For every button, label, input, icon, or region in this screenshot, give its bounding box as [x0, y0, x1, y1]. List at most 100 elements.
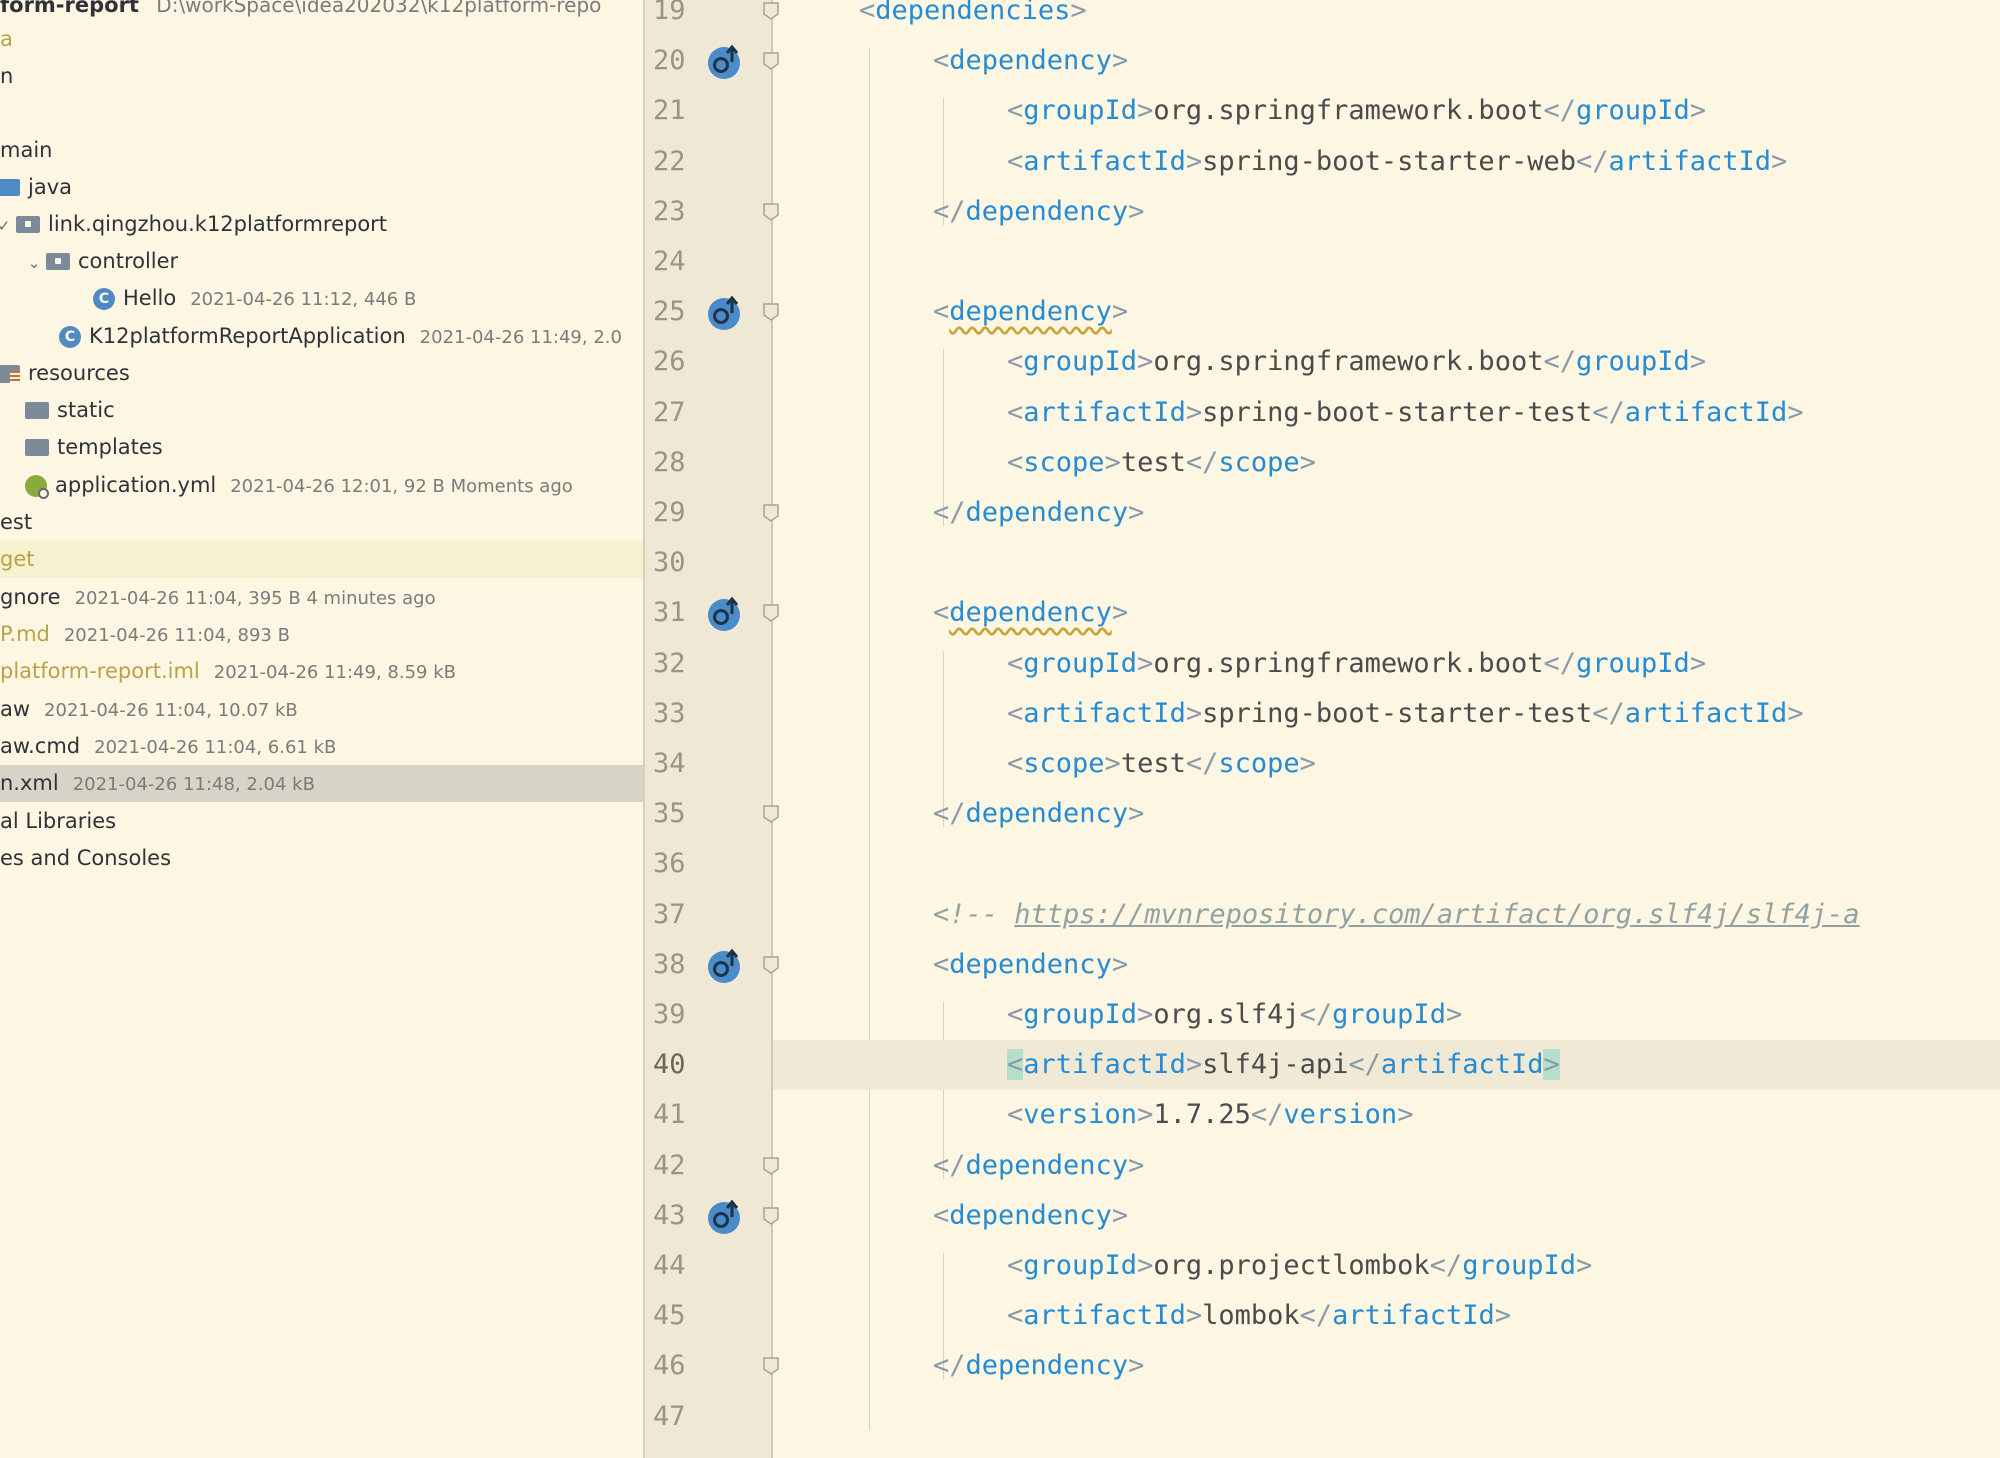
tag-open-bracket: </ [933, 1350, 966, 1382]
code-line[interactable]: <scope>test</scope> [773, 739, 2000, 789]
tag-open-bracket: </ [1575, 145, 1609, 177]
tree-row-test[interactable]: est [0, 504, 643, 541]
tree-row-target[interactable]: get [0, 541, 643, 578]
tree-row-external-libraries[interactable]: al Libraries [0, 803, 643, 840]
tree-row-mvnw[interactable]: aw 2021-04-26 11:04, 10.07 kB [0, 691, 643, 728]
line-number: 36 [653, 848, 686, 880]
code-line[interactable]: </dependency> [773, 789, 2000, 839]
tree-row-iml[interactable]: platform-report.iml 2021-04-26 11:49, 8.5… [0, 653, 643, 690]
tree-row-help-md[interactable]: P.md 2021-04-26 11:04, 893 B [0, 616, 643, 653]
tree-row-main[interactable]: main [0, 132, 643, 169]
class-icon: C [93, 288, 115, 310]
tree-row-n[interactable]: n [0, 58, 643, 95]
line-number: 38 [653, 948, 686, 980]
tag-open-bracket: </ [1543, 647, 1576, 679]
tree-row-a[interactable]: a [0, 21, 643, 58]
tag-open-bracket: </ [1543, 95, 1576, 127]
code-line[interactable]: <dependency> [773, 1191, 2000, 1241]
xml-tag-name: dependency [965, 1149, 1129, 1181]
code-line[interactable] [773, 839, 2000, 889]
code-line[interactable]: <dependency> [773, 287, 2000, 337]
code-line[interactable]: <artifactId>lombok</artifactId> [773, 1291, 2000, 1341]
tree-row-application-yml[interactable]: application.yml 2021-04-26 12:01, 92 B Mo… [0, 467, 643, 504]
tree-row-package[interactable]: ✓ link.qingzhou.k12platformreport [0, 206, 643, 243]
tree-item-label: main [0, 138, 53, 162]
code-line[interactable] [773, 237, 2000, 287]
tree-row-resources[interactable]: resources [0, 355, 643, 392]
xml-text-value: test [1120, 748, 1186, 779]
resources-folder-icon [0, 365, 20, 383]
tag-close-bracket: > [1111, 45, 1129, 77]
code-line[interactable]: <version>1.7.25</version> [773, 1090, 2000, 1140]
line-number: 30 [653, 547, 686, 579]
tree-row-mvnw-cmd[interactable]: aw.cmd 2021-04-26 11:04, 6.61 kB [0, 728, 643, 765]
tree-item-label: application.yml [55, 473, 217, 497]
xml-end-tag-name: groupId [1575, 346, 1690, 378]
tag-close-bracket: > [1185, 1300, 1203, 1332]
xml-tag-name: artifactId [1023, 396, 1186, 428]
xml-tag-name: dependency [949, 597, 1112, 629]
code-line[interactable]: <artifactId>spring-boot-starter-test</ar… [773, 388, 2000, 438]
xml-tag-name: artifactId [1023, 1049, 1186, 1081]
override-up-arrow-icon[interactable] [705, 293, 743, 331]
xml-text-value: test [1120, 446, 1186, 478]
line-number: 29 [653, 497, 686, 528]
line-number: 37 [653, 898, 686, 930]
code-line[interactable]: </dependency> [773, 1341, 2000, 1391]
code-line[interactable]: <groupId>org.projectlombok</groupId> [773, 1241, 2000, 1291]
code-line[interactable]: </dependency> [773, 488, 2000, 538]
code-line[interactable]: <artifactId>slf4j-api</artifactId> [773, 1040, 2000, 1091]
tree-row-application[interactable]: C K12platformReportApplication 2021-04-26 … [0, 318, 643, 355]
override-up-arrow-icon[interactable] [705, 594, 743, 632]
code-line[interactable]: </dependency> [773, 1141, 2000, 1191]
tree-row-templates[interactable]: templates [0, 429, 643, 466]
code-line[interactable]: <dependencies> [773, 0, 2000, 36]
xml-tag-name: dependency [949, 948, 1112, 980]
code-editor[interactable]: <dependencies> <dependency> <groupId>org.s… [773, 0, 2000, 1458]
tree-row-gitignore[interactable]: gnore 2021-04-26 11:04, 395 B 4 minutes a… [0, 579, 643, 616]
project-root-label: form-report [0, 0, 139, 17]
code-line[interactable]: <artifactId>spring-boot-starter-test</ar… [773, 689, 2000, 739]
tree-row-pom-xml[interactable]: n.xml 2021-04-26 11:48, 2.04 kB [0, 765, 643, 802]
code-line[interactable]: <dependency> [773, 940, 2000, 990]
override-up-arrow-icon[interactable] [705, 946, 743, 984]
code-line[interactable]: <groupId>org.springframework.boot</group… [773, 639, 2000, 689]
tag-close-bracket: > [1137, 999, 1154, 1030]
tag-open-bracket: </ [933, 497, 966, 528]
code-line[interactable]: <!-- https://mvnrepository.com/artifact/… [773, 890, 2000, 940]
override-up-arrow-icon[interactable] [705, 42, 743, 80]
tag-open-bracket: </ [1592, 697, 1625, 729]
override-up-arrow-icon[interactable] [705, 1197, 743, 1235]
xml-tag-name: groupId [1023, 1250, 1138, 1281]
tag-close-bracket: > [1128, 798, 1145, 830]
code-line[interactable]: <groupId>org.springframework.boot</group… [773, 337, 2000, 387]
code-line[interactable] [773, 538, 2000, 588]
tag-open-bracket: < [1007, 1250, 1024, 1281]
xml-end-tag-name: scope [1218, 446, 1300, 478]
folder-icon [25, 438, 49, 456]
tag-open-bracket: </ [1299, 999, 1333, 1030]
code-line[interactable] [773, 1392, 2000, 1442]
code-line[interactable]: <groupId>org.slf4j</groupId> [773, 990, 2000, 1040]
line-number: 33 [653, 697, 686, 729]
code-line[interactable]: </dependency> [773, 187, 2000, 237]
tree-row-scratches[interactable]: es and Consoles [0, 840, 643, 877]
chevron-down-icon[interactable]: ✓ [0, 208, 16, 245]
xml-tag-name: dependency [965, 798, 1129, 830]
tag-close-bracket: > [1689, 647, 1707, 679]
tree-row-static[interactable]: static [0, 392, 643, 429]
tree-item-meta: 2021-04-26 12:01, 92 B Moments ago [230, 476, 573, 497]
comment-url-link[interactable]: https://mvnrepository.com/artifact/org.s… [1014, 899, 1859, 930]
line-number: 43 [653, 1199, 686, 1231]
code-line[interactable]: <dependency> [773, 588, 2000, 638]
tree-row-java[interactable]: java [0, 169, 643, 206]
tag-open-bracket: < [1007, 1099, 1024, 1131]
code-line[interactable]: <dependency> [773, 36, 2000, 86]
code-line[interactable]: <scope>test</scope> [773, 438, 2000, 488]
chevron-down-icon[interactable]: ⌄ [22, 245, 46, 282]
code-line[interactable]: <artifactId>spring-boot-starter-web</art… [773, 137, 2000, 187]
tree-row-hello[interactable]: C Hello 2021-04-26 11:12, 446 B [0, 280, 643, 317]
xml-end-tag-name: groupId [1462, 1250, 1576, 1281]
code-line[interactable]: <groupId>org.springframework.boot</group… [773, 86, 2000, 136]
tree-row-controller[interactable]: ⌄ controller [0, 243, 643, 280]
